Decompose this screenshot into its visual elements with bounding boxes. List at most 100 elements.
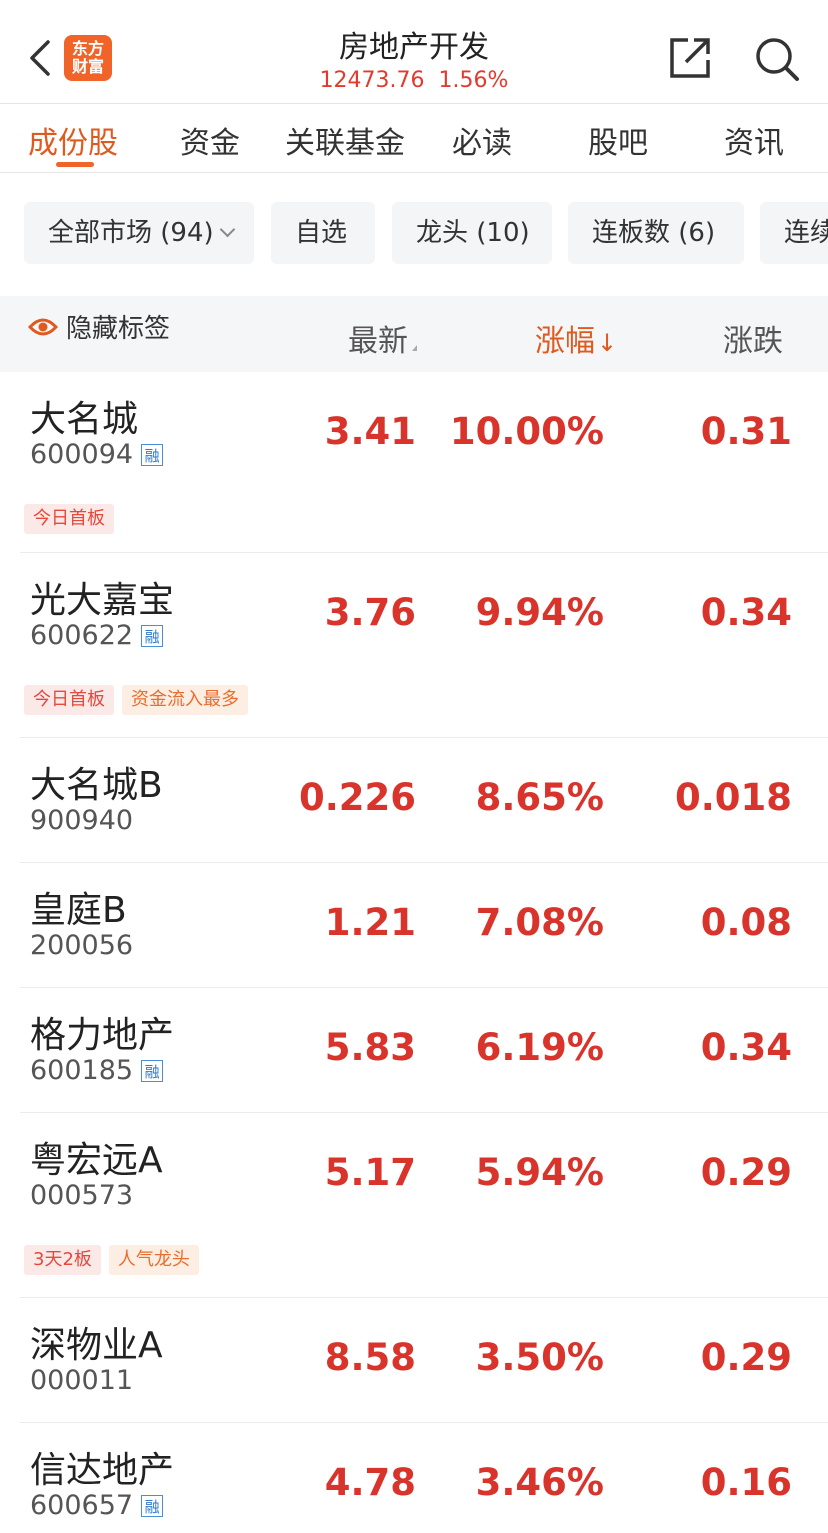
filter-leaders[interactable]: 龙头 (10) <box>392 202 552 264</box>
stock-row[interactable]: 光大嘉宝 600622 融 3.76 9.94% 0.34 今日首板 资金流入最多 <box>20 553 828 738</box>
active-tab-indicator <box>56 162 94 167</box>
stock-price: 4.78 <box>324 1461 416 1504</box>
stock-code-wrap: 900940 <box>30 805 133 836</box>
stock-change-pct: 3.46% <box>475 1461 604 1504</box>
stock-code: 000573 <box>30 1180 134 1211</box>
stock-tags: 3天2板 人气龙头 <box>24 1245 207 1275</box>
stock-row[interactable]: 信达地产 600657 融 4.78 3.46% 0.16 <box>20 1423 828 1533</box>
stock-name: 深物业A <box>30 1325 163 1366</box>
stock-code-wrap: 600657 融 <box>30 1490 164 1521</box>
stock-code-wrap: 000573 <box>30 1180 133 1211</box>
stock-code-wrap: 000011 <box>30 1365 133 1396</box>
column-latest[interactable]: 最新 <box>348 316 417 360</box>
stock-code: 600094 <box>30 439 134 470</box>
stock-change: 0.018 <box>674 776 792 819</box>
stock-code: 200056 <box>30 930 134 961</box>
tab-bar: 成份股 资金 关联基金 必读 股吧 资讯 <box>0 104 828 173</box>
stock-row[interactable]: 粤宏远A 000573 5.17 5.94% 0.29 3天2板 人气龙头 <box>20 1113 828 1298</box>
column-change-pct-label: 涨幅 <box>535 324 595 359</box>
sort-down-arrow-icon: ↓ <box>597 329 618 357</box>
eye-icon <box>28 318 58 335</box>
stock-code: 600622 <box>30 620 134 651</box>
stock-change-pct: 8.65% <box>475 776 604 819</box>
stock-price: 8.58 <box>324 1336 416 1379</box>
tab-news[interactable]: 资讯 <box>724 118 784 162</box>
stock-change-pct: 10.00% <box>449 410 604 453</box>
stock-tag: 今日首板 <box>24 685 114 715</box>
margin-badge: 融 <box>141 1059 164 1082</box>
stock-name: 信达地产 <box>30 1450 175 1491</box>
column-change[interactable]: 涨跌 <box>723 316 783 360</box>
tab-constituents[interactable]: 成份股 <box>28 118 118 162</box>
tab-funds-flow[interactable]: 资金 <box>180 118 240 162</box>
search-icon[interactable] <box>754 36 800 82</box>
stock-price: 1.21 <box>324 901 416 944</box>
margin-badge: 融 <box>141 443 164 466</box>
stock-change: 0.08 <box>700 901 792 944</box>
stock-row[interactable]: 皇庭B 200056 1.21 7.08% 0.08 <box>20 863 828 988</box>
scroll-fade <box>788 296 828 372</box>
stock-code: 600657 <box>30 1490 134 1521</box>
filter-consecutive[interactable]: 连续 <box>760 202 828 264</box>
app-header: 东方 财富 房地产开发 12473.76 1.56% <box>0 0 828 104</box>
hide-tags-label: 隐藏标签 <box>66 314 171 344</box>
filter-watchlist[interactable]: 自选 <box>271 202 375 264</box>
stock-tag: 3天2板 <box>24 1245 101 1275</box>
stock-name: 粤宏远A <box>30 1140 163 1181</box>
stock-change: 0.34 <box>700 591 792 634</box>
stock-code-wrap: 200056 <box>30 930 133 961</box>
stock-row[interactable]: 深物业A 000011 8.58 3.50% 0.29 <box>20 1298 828 1423</box>
stock-tags: 今日首板 <box>24 504 122 534</box>
stock-change-pct: 7.08% <box>475 901 604 944</box>
stock-code: 600185 <box>30 1055 134 1086</box>
stock-tag: 资金流入最多 <box>122 685 248 715</box>
stock-code: 000011 <box>30 1365 134 1396</box>
stock-change-pct: 5.94% <box>475 1151 604 1194</box>
tab-forum[interactable]: 股吧 <box>588 118 648 162</box>
tab-related-funds[interactable]: 关联基金 <box>285 118 405 162</box>
stock-change-pct: 9.94% <box>475 591 604 634</box>
stock-change-pct: 3.50% <box>475 1336 604 1379</box>
filter-all-markets-label: 全部市场 (94) <box>48 218 214 248</box>
stock-row[interactable]: 大名城 600094 融 3.41 10.00% 0.31 今日首板 <box>20 372 828 553</box>
filter-all-markets[interactable]: 全部市场 (94) <box>24 202 254 264</box>
stock-change: 0.29 <box>700 1336 792 1379</box>
stock-change: 0.31 <box>700 410 792 453</box>
stock-code-wrap: 600185 融 <box>30 1055 164 1086</box>
stock-price: 5.17 <box>324 1151 416 1194</box>
stock-price: 3.76 <box>324 591 416 634</box>
column-change-pct[interactable]: 涨幅↓ <box>535 316 617 360</box>
hide-tags-toggle[interactable]: 隐藏标签 <box>28 308 170 345</box>
margin-badge: 融 <box>141 624 164 647</box>
stock-name: 格力地产 <box>30 1015 175 1056</box>
chevron-down-icon <box>219 221 235 238</box>
stock-name: 光大嘉宝 <box>30 580 175 621</box>
stock-price: 3.41 <box>324 410 416 453</box>
stock-change: 0.34 <box>700 1026 792 1069</box>
filter-consecutive-boards[interactable]: 连板数 (6) <box>568 202 744 264</box>
stock-row[interactable]: 格力地产 600185 融 5.83 6.19% 0.34 <box>20 988 828 1113</box>
column-latest-label: 最新 <box>348 324 408 359</box>
stock-price: 5.83 <box>324 1026 416 1069</box>
sort-indicator-icon <box>412 345 417 351</box>
stock-tag: 今日首板 <box>24 504 114 534</box>
column-header: 隐藏标签 最新 涨幅↓ 涨跌 <box>0 296 828 372</box>
stock-name: 大名城B <box>30 765 163 806</box>
stock-change: 0.16 <box>700 1461 792 1504</box>
stock-code-wrap: 600622 融 <box>30 620 164 651</box>
stock-price: 0.226 <box>298 776 416 819</box>
margin-badge: 融 <box>141 1494 164 1517</box>
share-external-icon[interactable] <box>668 36 712 80</box>
stock-code-wrap: 600094 融 <box>30 439 164 470</box>
stock-change-pct: 6.19% <box>475 1026 604 1069</box>
index-change: 1.56% <box>438 68 509 93</box>
tab-must-read[interactable]: 必读 <box>452 118 512 162</box>
index-value: 12473.76 <box>319 68 425 93</box>
filter-chips: 全部市场 (94) 自选 龙头 (10) 连板数 (6) 连续 <box>0 202 828 266</box>
stock-tag: 人气龙头 <box>108 1245 199 1275</box>
stock-change: 0.29 <box>700 1151 792 1194</box>
stock-row[interactable]: 大名城B 900940 0.226 8.65% 0.018 <box>20 738 828 863</box>
stock-code: 900940 <box>30 805 134 836</box>
stock-name: 大名城 <box>30 399 139 440</box>
stock-tags: 今日首板 资金流入最多 <box>24 685 256 715</box>
